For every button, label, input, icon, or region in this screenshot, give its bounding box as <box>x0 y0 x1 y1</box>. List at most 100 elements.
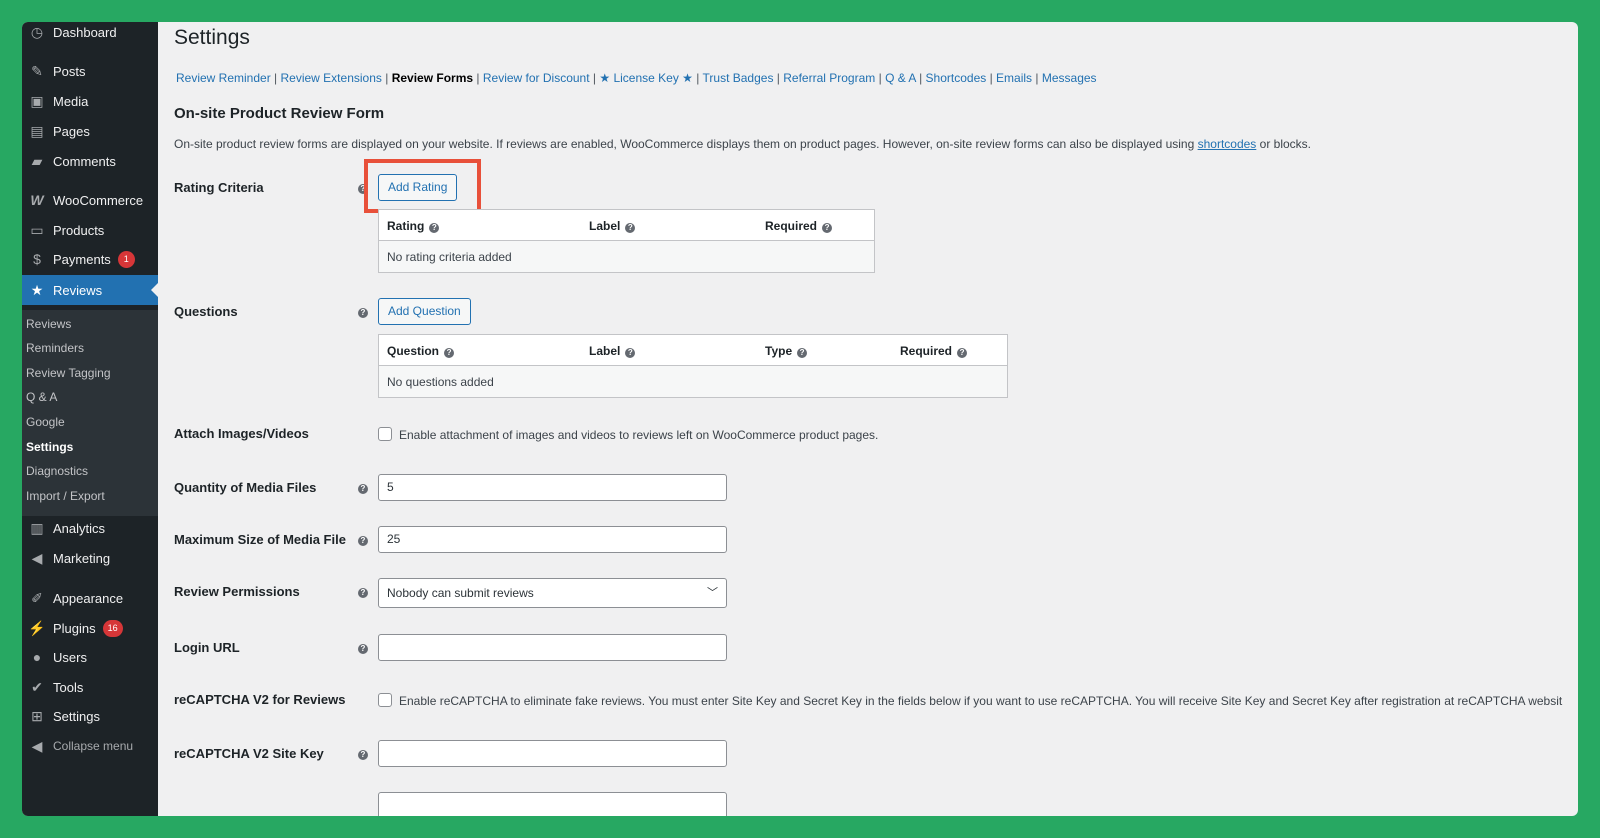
sidebar-item-media[interactable]: ▣ Media <box>22 86 158 116</box>
products-icon: ▭ <box>30 221 44 238</box>
sidebar-item-woocommerce[interactable]: W WooCommerce <box>22 185 158 215</box>
column-label: Question <box>387 344 440 358</box>
sidebar-item-analytics[interactable]: ▥ Analytics <box>22 513 158 543</box>
help-icon[interactable]: ? <box>358 536 368 546</box>
sidebar-item-payments[interactable]: $ Payments 1 <box>22 244 158 274</box>
tab-qa[interactable]: Q & A <box>885 71 916 85</box>
tab-emails[interactable]: Emails <box>996 71 1032 85</box>
recaptcha-site-key-input[interactable] <box>378 740 727 767</box>
shortcodes-link[interactable]: shortcodes <box>1198 137 1257 151</box>
rating-criteria-label: Rating Criteria <box>174 180 264 195</box>
help-icon[interactable]: ? <box>625 223 636 233</box>
sidebar-item-appearance[interactable]: ✐ Appearance <box>22 583 158 613</box>
sidebar-item-label: Posts <box>53 63 86 79</box>
sidebar-item-label: Pages <box>53 123 90 139</box>
sidebar-item-plugins[interactable]: ⚡ Plugins 16 <box>22 613 158 643</box>
add-rating-button[interactable]: Add Rating <box>378 174 458 201</box>
tab-trust-badges[interactable]: Trust Badges <box>703 71 774 85</box>
help-icon[interactable]: ? <box>625 348 636 358</box>
select-value: Nobody can submit reviews <box>387 586 534 600</box>
star-icon: ★ <box>30 281 44 298</box>
max-media-size-label: Maximum Size of Media File <box>174 532 346 547</box>
help-icon[interactable]: ? <box>358 588 368 598</box>
questions-label: Questions <box>174 304 238 319</box>
pages-icon: ▤ <box>30 122 44 139</box>
app-window: ◷ Dashboard ✎ Posts ▣ Media ▤ Pages ▰ Comment… <box>22 22 1578 816</box>
submenu-item-reviews[interactable]: Reviews <box>26 317 71 331</box>
submenu-item-settings[interactable]: Settings <box>26 440 73 454</box>
settings-icon: ⊞ <box>31 707 43 724</box>
submenu-item-import-export[interactable]: Import / Export <box>26 489 105 503</box>
sidebar-item-settings[interactable]: ⊞ Settings <box>22 701 158 731</box>
submenu-item-qa[interactable]: Q & A <box>26 390 57 404</box>
dashboard-icon: ◷ <box>30 23 44 40</box>
help-icon[interactable]: ? <box>358 308 368 318</box>
rating-criteria-table: Rating? Label? Required? No rating crite… <box>378 209 875 273</box>
login-url-input[interactable] <box>378 634 727 661</box>
sidebar-item-users[interactable]: ● Users <box>22 642 158 672</box>
sidebar-item-reviews[interactable]: ★ Reviews <box>22 275 158 305</box>
submenu-item-google[interactable]: Google <box>26 415 65 429</box>
tab-shortcodes[interactable]: Shortcodes <box>926 71 987 85</box>
help-icon[interactable]: ? <box>429 223 440 233</box>
tab-license-key[interactable]: ★ License Key ★ <box>599 71 693 85</box>
sidebar-item-label: Marketing <box>53 550 111 566</box>
collapse-menu-button[interactable]: ◀ Collapse menu <box>22 731 158 761</box>
reviews-submenu: Reviews Reminders Review Tagging Q & A G… <box>22 310 158 516</box>
max-media-size-input[interactable]: 25 <box>378 526 727 553</box>
attach-media-checkbox[interactable] <box>378 427 392 441</box>
help-icon[interactable]: ? <box>358 644 368 654</box>
comment-icon: ▰ <box>31 152 43 169</box>
tab-messages[interactable]: Messages <box>1042 71 1097 85</box>
help-icon[interactable]: ? <box>444 348 455 358</box>
submenu-item-review-tagging[interactable]: Review Tagging <box>26 366 111 380</box>
recaptcha-checkbox[interactable] <box>378 693 392 707</box>
help-icon[interactable]: ? <box>822 223 833 233</box>
column-label: Required <box>900 344 953 358</box>
sidebar-item-label: Dashboard <box>53 24 117 40</box>
sidebar-item-products[interactable]: ▭ Products <box>22 215 158 245</box>
tab-review-for-discount[interactable]: Review for Discount <box>483 71 590 85</box>
help-icon[interactable]: ? <box>358 750 368 760</box>
wrench-icon: ✔ <box>31 678 43 695</box>
main-content: Settings Review Reminder | Review Extens… <box>174 22 1574 816</box>
table-header: Rating? Label? Required? <box>379 210 874 241</box>
attach-media-description: Enable attachment of images and videos t… <box>399 428 879 442</box>
column-header-label: Label? <box>589 344 636 358</box>
woocommerce-icon: W <box>30 192 44 208</box>
sidebar-item-label: Products <box>53 222 105 238</box>
help-icon[interactable]: ? <box>358 484 368 494</box>
recaptcha-secret-key-input[interactable] <box>378 792 727 816</box>
sidebar-item-tools[interactable]: ✔ Tools <box>22 672 158 702</box>
collapse-icon: ◀ <box>31 737 43 754</box>
sidebar-item-label: Settings <box>53 708 100 724</box>
media-quantity-input[interactable]: 5 <box>378 474 727 501</box>
sidebar-item-posts[interactable]: ✎ Posts <box>22 56 158 86</box>
sidebar-item-pages[interactable]: ▤ Pages <box>22 116 158 146</box>
column-header-required: Required? <box>765 219 833 233</box>
sidebar-item-dashboard[interactable]: ◷ Dashboard <box>22 22 158 47</box>
empty-message: No questions added <box>387 375 494 389</box>
tab-review-forms[interactable]: Review Forms <box>392 71 473 85</box>
sidebar-item-label: Analytics <box>53 520 106 536</box>
plug-icon: ⚡ <box>28 619 46 636</box>
tab-referral-program[interactable]: Referral Program <box>783 71 875 85</box>
recaptcha-label: reCAPTCHA V2 for Reviews <box>174 692 346 707</box>
description-text: On-site product review forms are display… <box>174 137 1198 151</box>
submenu-item-diagnostics[interactable]: Diagnostics <box>26 464 88 478</box>
help-icon[interactable]: ? <box>957 348 968 358</box>
sidebar-item-label: Payments <box>53 251 111 267</box>
attach-media-label: Attach Images/Videos <box>174 426 309 441</box>
sidebar-item-marketing[interactable]: ◀ Marketing <box>22 543 158 573</box>
submenu-item-reminders[interactable]: Reminders <box>26 341 84 355</box>
pin-icon: ✎ <box>31 62 43 79</box>
help-icon[interactable]: ? <box>797 348 808 358</box>
tab-review-reminder[interactable]: Review Reminder <box>176 71 271 85</box>
review-permissions-select[interactable]: Nobody can submit reviews ﹀ <box>378 578 727 608</box>
add-question-button[interactable]: Add Question <box>378 298 471 325</box>
sidebar-item-comments[interactable]: ▰ Comments <box>22 146 158 176</box>
section-title: On-site Product Review Form <box>174 105 385 122</box>
media-quantity-label: Quantity of Media Files <box>174 480 317 495</box>
tab-review-extensions[interactable]: Review Extensions <box>281 71 382 85</box>
chevron-down-icon: ﹀ <box>707 587 718 599</box>
